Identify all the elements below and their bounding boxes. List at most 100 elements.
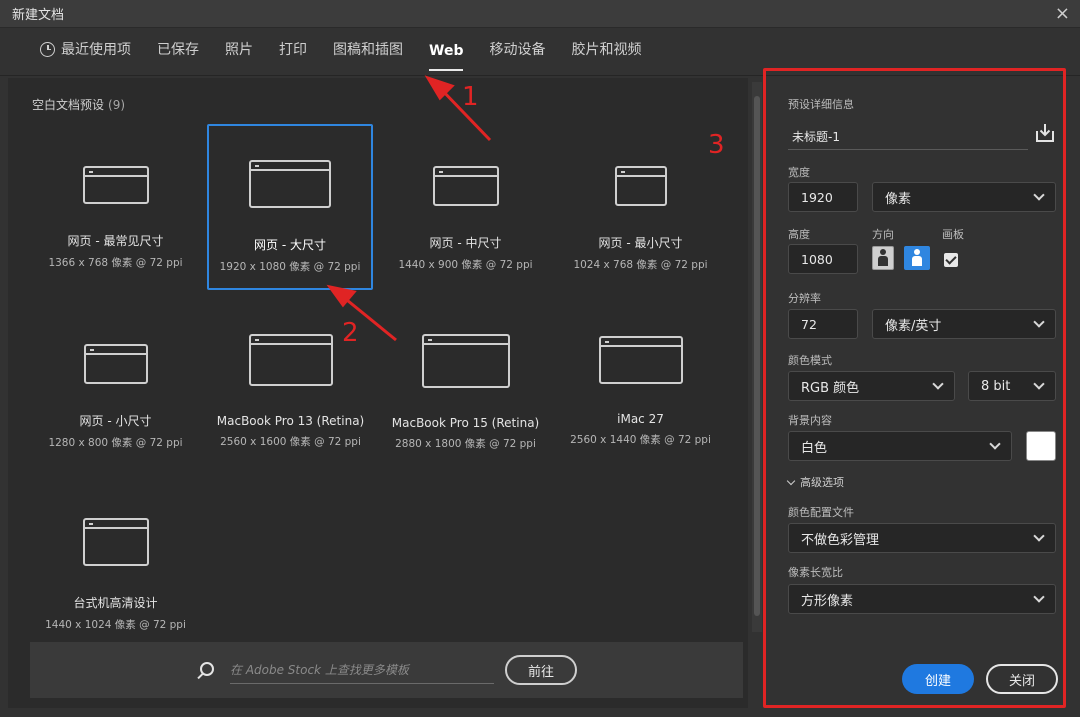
tab-recent[interactable]: 最近使用项 <box>30 39 141 75</box>
background-value: 白色 <box>801 440 828 456</box>
preset-name: 网页 - 小尺寸 <box>79 414 152 428</box>
chevron-down-icon <box>1033 316 1045 328</box>
tab-film-video[interactable]: 胶片和视频 <box>561 39 651 75</box>
background-label: 背景内容 <box>788 414 832 427</box>
preset-dims: 2560 x 1440 像素 @ 72 ppi <box>570 434 711 446</box>
document-icon <box>614 166 667 206</box>
preset-card[interactable]: 网页 - 中尺寸 1440 x 900 像素 @ 72 ppi <box>378 124 553 302</box>
close-button[interactable]: 关闭 <box>986 664 1058 694</box>
preset-card-selected[interactable]: 网页 - 大尺寸 1920 x 1080 像素 @ 72 ppi <box>207 124 373 290</box>
preset-dims: 2880 x 1800 像素 @ 72 ppi <box>395 438 536 450</box>
resolution-label: 分辨率 <box>788 292 821 305</box>
preset-card[interactable]: 网页 - 最小尺寸 1024 x 768 像素 @ 72 ppi <box>553 124 728 302</box>
presets-title-text: 空白文档预设 <box>32 98 105 112</box>
tab-photo[interactable]: 照片 <box>215 39 263 75</box>
save-preset-icon[interactable] <box>1034 122 1056 144</box>
stock-search-input[interactable] <box>230 656 494 684</box>
preset-name: 台式机高清设计 <box>73 596 158 610</box>
chevron-down-icon <box>932 378 944 390</box>
adobe-stock-search-bar: 前往 <box>30 642 743 698</box>
background-color-swatch[interactable] <box>1026 431 1056 461</box>
pixel-aspect-value: 方形像素 <box>801 593 854 609</box>
category-tabs: 最近使用项 已保存 照片 打印 图稿和插图 Web 移动设备 胶片和视频 <box>0 28 1080 76</box>
background-select[interactable]: 白色 <box>788 431 1012 461</box>
landscape-orientation-button[interactable] <box>904 246 930 270</box>
preset-name: 网页 - 大尺寸 <box>254 238 326 252</box>
close-icon[interactable]: × <box>1055 4 1070 23</box>
preset-name: iMac 27 <box>617 412 664 426</box>
resolution-field[interactable]: 72 <box>788 309 858 339</box>
preset-card[interactable]: 网页 - 小尺寸 1280 x 800 像素 @ 72 ppi <box>28 302 203 480</box>
preset-card[interactable]: 网页 - 最常见尺寸 1366 x 768 像素 @ 72 ppi <box>28 124 203 302</box>
document-icon <box>83 344 148 384</box>
pixel-aspect-label: 像素长宽比 <box>788 566 843 579</box>
go-button[interactable]: 前往 <box>505 655 577 685</box>
presets-scrollbar[interactable] <box>752 82 762 632</box>
dialog-title: 新建文档 <box>12 8 65 23</box>
tab-art-illustration[interactable]: 图稿和插图 <box>323 39 413 75</box>
bit-depth-value: 8 bit <box>981 378 1011 394</box>
scrollbar-thumb[interactable] <box>754 96 760 616</box>
tab-label: 胶片和视频 <box>571 42 642 58</box>
presets-section-title: 空白文档预设 (9) <box>32 96 125 113</box>
color-mode-label: 颜色模式 <box>788 354 832 367</box>
orientation-label: 方向 <box>872 228 894 241</box>
preset-card[interactable]: 台式机高清设计 1440 x 1024 像素 @ 72 ppi <box>28 480 203 658</box>
title-bar: 新建文档 × <box>0 0 1080 28</box>
color-profile-label: 颜色配置文件 <box>788 506 854 519</box>
preset-card[interactable]: MacBook Pro 13 (Retina) 2560 x 1600 像素 @… <box>203 302 378 480</box>
document-icon <box>249 160 331 208</box>
tab-web[interactable]: Web <box>419 43 473 75</box>
width-unit-value: 像素 <box>885 191 912 207</box>
height-field[interactable]: 1080 <box>788 244 858 274</box>
width-field[interactable]: 1920 <box>788 182 858 212</box>
chevron-down-icon <box>1033 591 1045 603</box>
tab-mobile[interactable]: 移动设备 <box>479 39 555 75</box>
advanced-options-toggle[interactable]: 高级选项 <box>786 474 844 490</box>
tab-saved[interactable]: 已保存 <box>147 39 209 75</box>
tab-label: 打印 <box>279 42 307 58</box>
tab-label: 照片 <box>225 42 253 58</box>
height-label: 高度 <box>788 228 810 241</box>
preset-grid: 网页 - 最常见尺寸 1366 x 768 像素 @ 72 ppi 网页 - 大… <box>28 124 728 658</box>
tab-print[interactable]: 打印 <box>269 39 317 75</box>
resolution-unit-value: 像素/英寸 <box>885 318 942 334</box>
chevron-down-icon <box>1033 189 1045 201</box>
preset-details-panel: 预设详细信息 未标题-1 宽度 1920 像素 高度 方向 画板 1080 分辨… <box>770 76 1070 708</box>
tab-label: 移动设备 <box>489 42 546 58</box>
preset-card[interactable]: MacBook Pro 15 (Retina) 2880 x 1800 像素 @… <box>378 302 553 480</box>
preset-dims: 1280 x 800 像素 @ 72 ppi <box>48 437 183 449</box>
preset-dims: 2560 x 1600 像素 @ 72 ppi <box>220 436 361 448</box>
color-profile-select[interactable]: 不做色彩管理 <box>788 523 1056 553</box>
pixel-aspect-select[interactable]: 方形像素 <box>788 584 1056 614</box>
preset-name: MacBook Pro 15 (Retina) <box>391 416 540 430</box>
document-icon <box>421 334 510 388</box>
presets-panel: 空白文档预设 (9) 网页 - 最常见尺寸 1366 x 768 像素 @ 72 … <box>8 78 748 708</box>
chevron-down-icon <box>989 438 1001 450</box>
preset-dims: 1440 x 900 像素 @ 72 ppi <box>398 259 533 271</box>
preset-dims: 1024 x 768 像素 @ 72 ppi <box>573 259 708 271</box>
width-label: 宽度 <box>788 166 810 179</box>
preset-dims: 1920 x 1080 像素 @ 72 ppi <box>219 261 361 273</box>
resolution-unit-select[interactable]: 像素/英寸 <box>872 309 1056 339</box>
portrait-orientation-button[interactable] <box>872 246 894 270</box>
document-icon <box>82 518 149 566</box>
preset-card[interactable]: iMac 27 2560 x 1440 像素 @ 72 ppi <box>553 302 728 480</box>
bit-depth-select[interactable]: 8 bit <box>968 371 1056 401</box>
preset-dims: 1366 x 768 像素 @ 72 ppi <box>48 257 183 269</box>
preset-dims: 1440 x 1024 像素 @ 72 ppi <box>45 619 186 631</box>
preset-name: 网页 - 最小尺寸 <box>598 236 683 250</box>
document-icon <box>598 336 683 384</box>
document-icon <box>248 334 333 386</box>
chevron-down-icon <box>786 476 796 485</box>
document-name-field[interactable]: 未标题-1 <box>788 124 1028 150</box>
preset-name: 网页 - 中尺寸 <box>429 236 502 250</box>
artboard-checkbox[interactable] <box>944 253 958 267</box>
tab-label: Web <box>429 43 464 59</box>
color-mode-select[interactable]: RGB 颜色 <box>788 371 955 401</box>
tab-label: 最近使用项 <box>61 42 131 58</box>
color-profile-value: 不做色彩管理 <box>801 532 880 548</box>
width-unit-select[interactable]: 像素 <box>872 182 1056 212</box>
clock-icon <box>40 41 55 57</box>
create-button[interactable]: 创建 <box>902 664 974 694</box>
